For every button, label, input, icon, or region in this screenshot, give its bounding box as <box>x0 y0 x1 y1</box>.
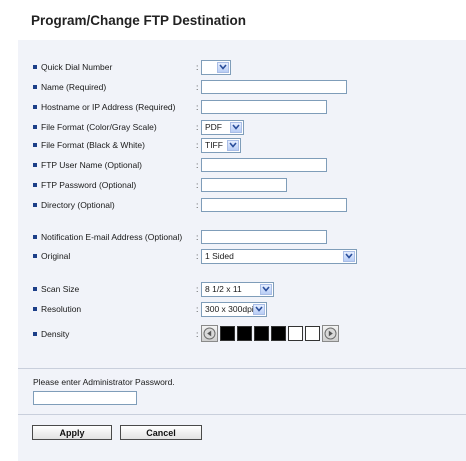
format-color-label: File Format (Color/Gray Scale) <box>41 122 157 132</box>
ftp-user-label: FTP User Name (Optional) <box>41 160 142 170</box>
bullet-icon <box>33 183 37 187</box>
resolution-value: 300 x 300dpi <box>205 304 253 314</box>
arrow-left-icon <box>203 327 216 340</box>
row-directory: Directory (Optional) : <box>18 197 466 213</box>
notification-email-label: Notification E-mail Address (Optional) <box>41 232 183 242</box>
admin-password-prompt: Please enter Administrator Password. <box>33 377 175 387</box>
bullet-icon <box>33 65 37 69</box>
density-level-boxes <box>220 326 322 341</box>
row-original: Original : 1 Sided <box>18 248 466 264</box>
density-decrease-button[interactable] <box>201 325 218 342</box>
arrow-right-icon <box>324 327 337 340</box>
colon: : <box>196 284 199 294</box>
row-ftp-password: FTP Password (Optional) : <box>18 177 466 193</box>
quick-dial-select[interactable] <box>201 59 231 75</box>
density-level-box[interactable] <box>254 326 269 341</box>
bullet-icon <box>33 105 37 109</box>
density-level-box[interactable] <box>237 326 252 341</box>
chevron-down-icon[interactable] <box>217 61 229 73</box>
admin-password-input[interactable] <box>33 391 137 405</box>
title-bar: Program/Change FTP Destination <box>0 0 466 40</box>
format-bw-value: TIFF <box>205 140 223 150</box>
directory-input[interactable] <box>201 198 347 212</box>
row-name: Name (Required) : <box>18 79 466 95</box>
page-title: Program/Change FTP Destination <box>31 13 247 28</box>
row-notification-email: Notification E-mail Address (Optional) : <box>18 229 466 245</box>
notification-email-input[interactable] <box>201 230 327 244</box>
name-label: Name (Required) <box>41 82 107 92</box>
bullet-icon <box>33 235 37 239</box>
density-level-box[interactable] <box>271 326 286 341</box>
bullet-icon <box>33 143 37 147</box>
density-control <box>201 325 341 342</box>
colon: : <box>196 304 199 314</box>
row-scan-size: Scan Size : 8 1/2 x 11 <box>18 281 466 297</box>
colon: : <box>196 140 199 150</box>
density-level-box[interactable] <box>220 326 235 341</box>
section-divider <box>18 368 466 369</box>
format-bw-select[interactable]: TIFF <box>201 137 241 153</box>
chevron-down-icon[interactable] <box>343 250 355 262</box>
directory-label: Directory (Optional) <box>41 200 115 210</box>
scan-size-select[interactable]: 8 1/2 x 11 <box>201 281 274 297</box>
section-divider <box>18 414 466 415</box>
chevron-down-icon[interactable] <box>260 283 272 295</box>
hostname-input[interactable] <box>201 100 327 114</box>
bullet-icon <box>33 254 37 258</box>
chevron-down-icon[interactable] <box>227 139 239 151</box>
format-bw-label: File Format (Black & White) <box>41 140 145 150</box>
original-select[interactable]: 1 Sided <box>201 248 357 264</box>
colon: : <box>196 251 199 261</box>
ftp-password-label: FTP Password (Optional) <box>41 180 137 190</box>
original-label: Original <box>41 251 71 261</box>
colon: : <box>196 82 199 92</box>
chevron-down-icon[interactable] <box>253 303 265 315</box>
quick-dial-label: Quick Dial Number <box>41 62 113 72</box>
colon: : <box>196 102 199 112</box>
scan-size-label: Scan Size <box>41 284 80 294</box>
colon: : <box>196 122 199 132</box>
name-input[interactable] <box>201 80 347 94</box>
density-level-box[interactable] <box>288 326 303 341</box>
chevron-down-icon[interactable] <box>230 121 242 133</box>
colon: : <box>196 200 199 210</box>
ftp-user-input[interactable] <box>201 158 327 172</box>
scan-size-value: 8 1/2 x 11 <box>205 284 242 294</box>
bullet-icon <box>33 307 37 311</box>
bullet-icon <box>33 85 37 89</box>
cancel-button[interactable]: Cancel <box>120 425 202 440</box>
form-panel: Quick Dial Number : Name (Required) : Ho… <box>18 40 466 461</box>
bullet-icon <box>33 332 37 336</box>
resolution-select[interactable]: 300 x 300dpi <box>201 301 267 317</box>
bullet-icon <box>33 125 37 129</box>
row-quick-dial: Quick Dial Number : <box>18 59 466 75</box>
row-resolution: Resolution : 300 x 300dpi <box>18 301 466 317</box>
colon: : <box>196 180 199 190</box>
bullet-icon <box>33 163 37 167</box>
resolution-label: Resolution <box>41 304 82 314</box>
apply-button[interactable]: Apply <box>32 425 112 440</box>
density-increase-button[interactable] <box>322 325 339 342</box>
row-format-color: File Format (Color/Gray Scale) : PDF <box>18 119 466 135</box>
density-label: Density <box>41 329 70 339</box>
row-ftp-user: FTP User Name (Optional) : <box>18 157 466 173</box>
colon: : <box>196 62 199 72</box>
bullet-icon <box>33 287 37 291</box>
density-level-box[interactable] <box>305 326 320 341</box>
original-value: 1 Sided <box>205 251 234 261</box>
format-color-select[interactable]: PDF <box>201 119 244 135</box>
row-density: Density : <box>18 325 466 342</box>
hostname-label: Hostname or IP Address (Required) <box>41 102 176 112</box>
bullet-icon <box>33 203 37 207</box>
colon: : <box>196 329 199 339</box>
row-format-bw: File Format (Black & White) : TIFF <box>18 137 466 153</box>
format-color-value: PDF <box>205 122 222 132</box>
row-hostname: Hostname or IP Address (Required) : <box>18 99 466 115</box>
ftp-password-input[interactable] <box>201 178 287 192</box>
colon: : <box>196 160 199 170</box>
colon: : <box>196 232 199 242</box>
